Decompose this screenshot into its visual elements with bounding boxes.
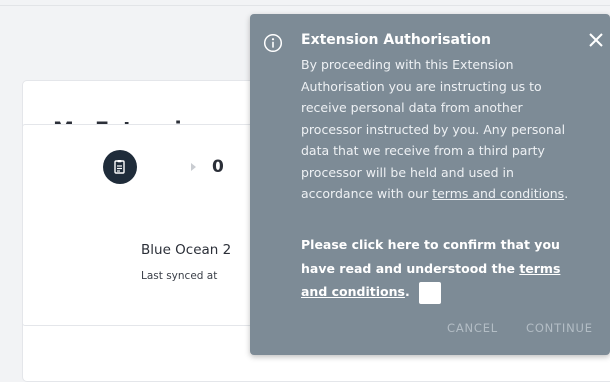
- document-glyph: [114, 160, 125, 174]
- body-end: .: [564, 186, 569, 201]
- popup-body: By proceeding with this Extension Author…: [301, 54, 579, 205]
- authorisation-popup: Extension Authorisation By proceeding wi…: [250, 14, 610, 355]
- confirm-end: .: [404, 284, 410, 299]
- extension-name: Blue Ocean 2: [141, 242, 232, 258]
- cancel-button[interactable]: CANCEL: [447, 321, 498, 335]
- top-border: [0, 5, 610, 6]
- confirm-text: Please click here to confirm that you ha…: [301, 233, 591, 304]
- continue-button[interactable]: CONTINUE: [526, 321, 593, 335]
- arrow-right-icon: [191, 163, 196, 171]
- last-synced-text: Last synced at: [141, 270, 218, 282]
- confirm-checkbox[interactable]: [418, 281, 441, 304]
- info-icon: [263, 33, 283, 53]
- terms-link[interactable]: terms and conditions: [432, 186, 564, 201]
- popup-actions: CANCEL CONTINUE: [250, 321, 610, 343]
- close-icon[interactable]: [588, 32, 604, 48]
- body-text: By proceeding with this Extension Author…: [301, 57, 566, 201]
- document-icon: [103, 150, 137, 184]
- popup-title: Extension Authorisation: [301, 32, 491, 48]
- extension-count: 0: [212, 157, 224, 177]
